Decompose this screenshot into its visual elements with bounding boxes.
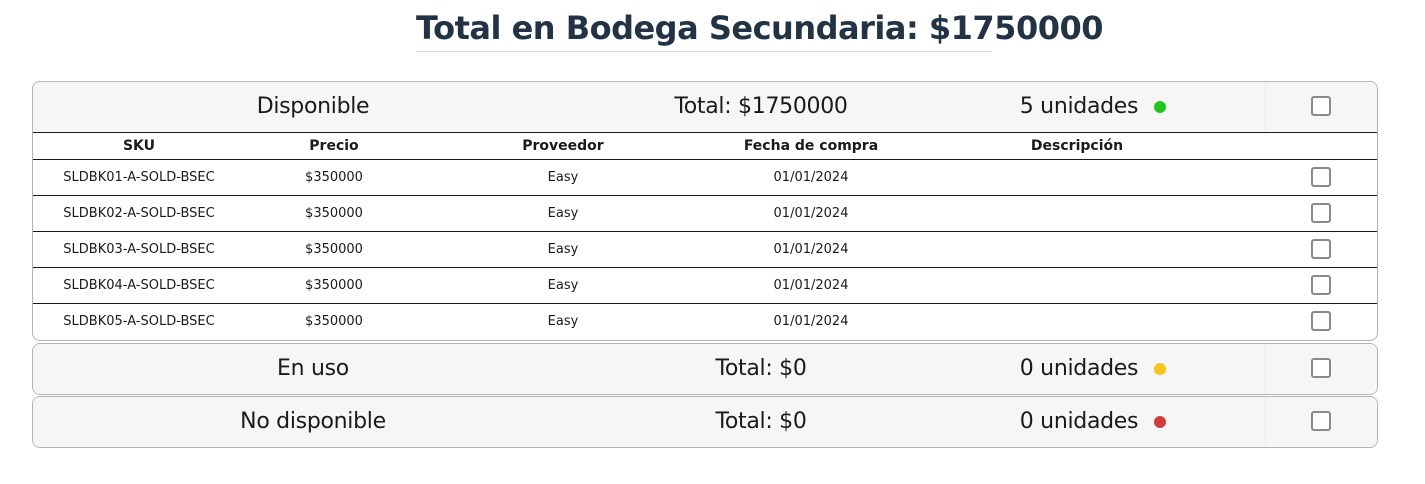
group-header-no-disponible[interactable]: No disponible Total: $0 0 unidades <box>33 397 1377 447</box>
status-dot-icon <box>1154 416 1166 428</box>
row-select-checkbox[interactable] <box>1311 275 1331 295</box>
cell-price: $350000 <box>305 206 363 221</box>
header-divider <box>1265 82 1266 132</box>
row-select-checkbox[interactable] <box>1311 239 1331 259</box>
table-body: SLDBK01-A-SOLD-BSEC $350000 Easy 01/01/2… <box>33 160 1377 340</box>
group-select-checkbox[interactable] <box>1311 96 1331 116</box>
row-select-checkbox[interactable] <box>1311 167 1331 187</box>
cell-price: $350000 <box>305 242 363 257</box>
group-total: Total: $1750000 <box>674 94 848 119</box>
page-title: Total en Bodega Secundaria: $1750000 <box>416 8 1104 52</box>
group-panel-disponible: Disponible Total: $1750000 5 unidades SK… <box>32 81 1378 341</box>
status-dot-icon <box>1154 101 1166 113</box>
cell-provider: Easy <box>547 314 579 329</box>
table-row[interactable]: SLDBK03-A-SOLD-BSEC $350000 Easy 01/01/2… <box>33 232 1377 268</box>
column-header-sku: SKU <box>122 138 156 154</box>
group-select-checkbox[interactable] <box>1311 411 1331 431</box>
cell-purchase-date: 01/01/2024 <box>773 206 849 221</box>
group-units: 0 unidades <box>1019 356 1139 381</box>
group-panel-no-disponible: No disponible Total: $0 0 unidades <box>32 396 1378 448</box>
group-status-label: En uso <box>277 356 349 381</box>
cell-price: $350000 <box>305 278 363 293</box>
group-total: Total: $0 <box>715 356 807 381</box>
status-dot-icon <box>1154 363 1166 375</box>
group-units: 0 unidades <box>1019 409 1139 434</box>
cell-purchase-date: 01/01/2024 <box>773 242 849 257</box>
group-status-label: Disponible <box>256 94 370 119</box>
row-select-checkbox[interactable] <box>1311 203 1331 223</box>
group-total: Total: $0 <box>715 409 807 434</box>
group-header-disponible[interactable]: Disponible Total: $1750000 5 unidades <box>33 82 1377 132</box>
group-header-en-uso[interactable]: En uso Total: $0 0 unidades <box>33 344 1377 394</box>
table-row[interactable]: SLDBK02-A-SOLD-BSEC $350000 Easy 01/01/2… <box>33 196 1377 232</box>
cell-provider: Easy <box>547 242 579 257</box>
cell-description <box>919 232 1235 268</box>
table-header-row: SKU Precio Proveedor Fecha de compra Des… <box>33 132 1377 160</box>
table-row[interactable]: SLDBK04-A-SOLD-BSEC $350000 Easy 01/01/2… <box>33 268 1377 304</box>
cell-sku: SLDBK01-A-SOLD-BSEC <box>63 170 215 185</box>
row-select-checkbox[interactable] <box>1311 311 1331 331</box>
cell-sku: SLDBK04-A-SOLD-BSEC <box>63 278 215 293</box>
cell-description <box>919 196 1235 232</box>
cell-purchase-date: 01/01/2024 <box>773 170 849 185</box>
cell-sku: SLDBK03-A-SOLD-BSEC <box>63 242 215 257</box>
header-divider <box>1265 344 1266 394</box>
cell-provider: Easy <box>547 206 579 221</box>
cell-purchase-date: 01/01/2024 <box>773 278 849 293</box>
cell-description <box>919 304 1235 340</box>
group-units: 5 unidades <box>1019 94 1139 119</box>
column-header-purchase-date: Fecha de compra <box>743 138 879 154</box>
table-row[interactable]: SLDBK01-A-SOLD-BSEC $350000 Easy 01/01/2… <box>33 160 1377 196</box>
cell-description <box>919 160 1235 196</box>
group-select-checkbox[interactable] <box>1311 358 1331 378</box>
column-header-provider: Proveedor <box>522 138 604 154</box>
cell-description <box>919 268 1235 304</box>
cell-sku: SLDBK02-A-SOLD-BSEC <box>63 206 215 221</box>
cell-price: $350000 <box>305 170 363 185</box>
cell-provider: Easy <box>547 170 579 185</box>
cell-provider: Easy <box>547 278 579 293</box>
column-header-price: Precio <box>309 138 359 154</box>
column-header-description: Descripción <box>1030 138 1124 154</box>
table-row[interactable]: SLDBK05-A-SOLD-BSEC $350000 Easy 01/01/2… <box>33 304 1377 340</box>
group-status-label: No disponible <box>240 409 386 434</box>
header-divider <box>1265 397 1266 447</box>
group-panel-en-uso: En uso Total: $0 0 unidades <box>32 343 1378 395</box>
cell-price: $350000 <box>305 314 363 329</box>
cell-purchase-date: 01/01/2024 <box>773 314 849 329</box>
cell-sku: SLDBK05-A-SOLD-BSEC <box>63 314 215 329</box>
